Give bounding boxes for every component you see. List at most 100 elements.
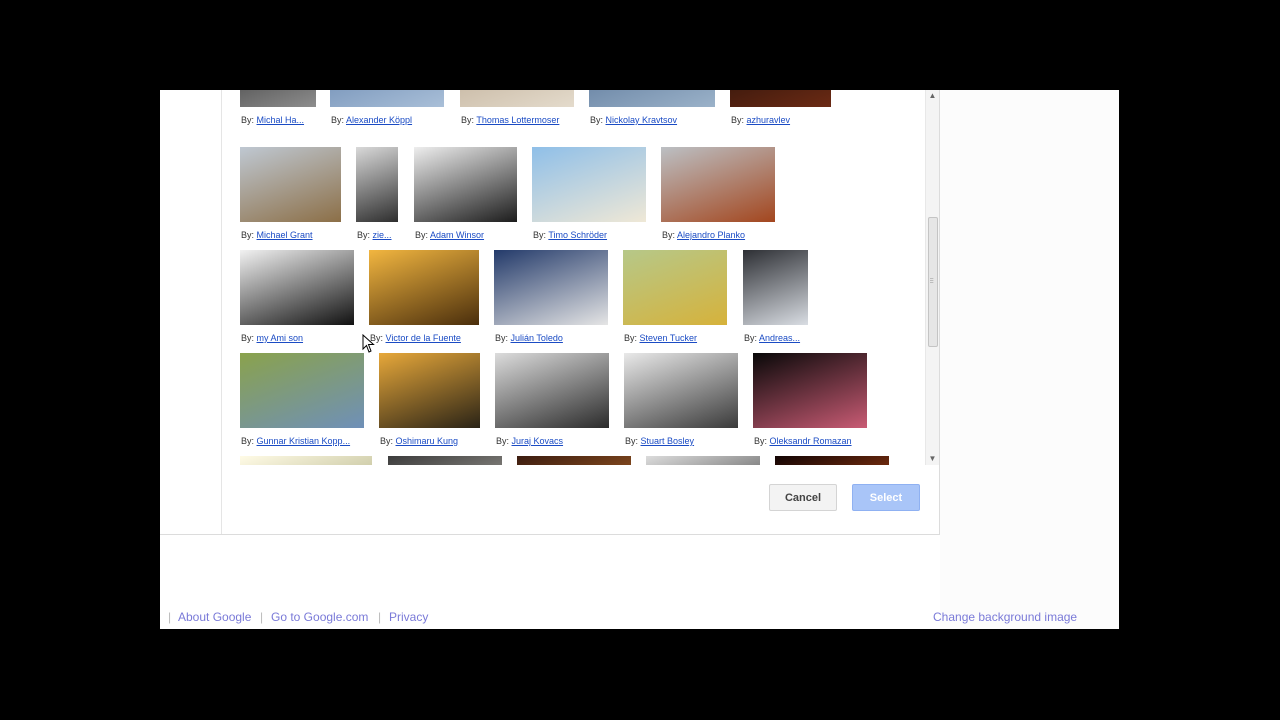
- photo-author-link[interactable]: Oleksandr Romazan: [770, 436, 852, 446]
- photo-picker-dialog: By: Michal Ha... By: Alexander Köppl By: T…: [160, 90, 940, 535]
- photo-thumbnail[interactable]: [730, 90, 831, 107]
- photo-thumbnail[interactable]: [379, 353, 480, 428]
- photo-tile[interactable]: [388, 456, 502, 465]
- credit-prefix: By:: [744, 333, 760, 343]
- scroll-down-arrow-icon[interactable]: ▼: [928, 454, 937, 463]
- photo-author-link[interactable]: Juraj Kovacs: [512, 436, 564, 446]
- photo-credit: By: Steven Tucker: [624, 333, 728, 343]
- about-google-link[interactable]: About Google: [178, 610, 251, 624]
- vertical-scrollbar[interactable]: ▲ – – – ▼: [925, 90, 939, 465]
- photo-tile[interactable]: By: Stuart Bosley: [624, 353, 738, 453]
- photo-tile[interactable]: By: Steven Tucker: [623, 250, 727, 350]
- photo-author-link[interactable]: azhuravlev: [747, 115, 791, 125]
- credit-prefix: By:: [331, 115, 347, 125]
- photo-tile[interactable]: By: Juraj Kovacs: [495, 353, 609, 453]
- photo-author-link[interactable]: Victor de la Fuente: [386, 333, 461, 343]
- privacy-link[interactable]: Privacy: [389, 610, 428, 624]
- photo-tile[interactable]: [517, 456, 631, 465]
- credit-prefix: By:: [357, 230, 373, 240]
- photo-tile[interactable]: By: Thomas Lottermoser: [460, 90, 590, 132]
- photo-tile[interactable]: By: Michal Ha...: [240, 90, 330, 132]
- photo-thumbnail[interactable]: [753, 353, 867, 428]
- cancel-button[interactable]: Cancel: [769, 484, 837, 511]
- photo-author-link[interactable]: Andreas...: [759, 333, 800, 343]
- photo-credit: By: Victor de la Fuente: [370, 333, 500, 343]
- photo-author-link[interactable]: Julián Toledo: [511, 333, 563, 343]
- photo-thumbnail[interactable]: [623, 250, 727, 325]
- photo-thumbnail[interactable]: [589, 90, 715, 107]
- photo-credit: By: Julián Toledo: [495, 333, 625, 343]
- photo-thumbnail[interactable]: [240, 353, 364, 428]
- photo-tile[interactable]: By: Alejandro Planko: [661, 147, 775, 247]
- photo-thumbnail[interactable]: [517, 456, 631, 465]
- photo-tile[interactable]: By: my Ami son: [240, 250, 354, 350]
- photo-thumbnail[interactable]: [414, 147, 517, 222]
- photo-author-link[interactable]: Alexander Köppl: [346, 115, 412, 125]
- photo-author-link[interactable]: Gunnar Kristian Kopp...: [257, 436, 351, 446]
- photo-thumbnail[interactable]: [240, 456, 372, 465]
- footer-separator: |: [378, 610, 382, 624]
- go-to-google-link[interactable]: Go to Google.com: [271, 610, 368, 624]
- photo-grid-viewport[interactable]: By: Michal Ha... By: Alexander Köppl By: T…: [222, 90, 925, 465]
- photo-thumbnail[interactable]: [661, 147, 775, 222]
- credit-prefix: By:: [241, 115, 257, 125]
- photo-credit: By: Stuart Bosley: [625, 436, 739, 446]
- photo-thumbnail[interactable]: [460, 90, 574, 107]
- photo-tile[interactable]: [240, 456, 372, 465]
- photo-thumbnail[interactable]: [495, 353, 609, 428]
- photo-author-link[interactable]: Nickolay Kravtsov: [606, 115, 678, 125]
- photo-author-link[interactable]: zie...: [373, 230, 392, 240]
- photo-thumbnail[interactable]: [532, 147, 646, 222]
- photo-tile[interactable]: By: Gunnar Kristian Kopp...: [240, 353, 385, 453]
- select-button[interactable]: Select: [852, 484, 920, 511]
- scrollbar-thumb[interactable]: – – –: [928, 217, 938, 347]
- photo-thumbnail[interactable]: [356, 147, 398, 222]
- photo-thumbnail[interactable]: [369, 250, 479, 325]
- photo-credit: By: zie...: [357, 230, 417, 240]
- photo-tile[interactable]: By: Oshimaru Kung: [379, 353, 489, 453]
- photo-tile[interactable]: By: Nickolay Kravtsov: [589, 90, 715, 132]
- photo-author-link[interactable]: Steven Tucker: [640, 333, 698, 343]
- credit-prefix: By:: [496, 436, 512, 446]
- photo-tile[interactable]: [646, 456, 760, 465]
- photo-tile[interactable]: By: Julián Toledo: [494, 250, 624, 350]
- photo-tile[interactable]: By: Michael Grant: [240, 147, 350, 247]
- photo-author-link[interactable]: Alejandro Planko: [677, 230, 745, 240]
- photo-thumbnail[interactable]: [240, 147, 341, 222]
- change-background-link[interactable]: Change background image: [933, 610, 1077, 624]
- photo-thumbnail[interactable]: [775, 456, 889, 465]
- photo-credit: By: Alejandro Planko: [662, 230, 772, 240]
- photo-credit: By: Nickolay Kravtsov: [590, 115, 705, 125]
- photo-thumbnail[interactable]: [330, 90, 444, 107]
- credit-prefix: By:: [624, 333, 640, 343]
- photo-thumbnail[interactable]: [743, 250, 808, 325]
- photo-tile[interactable]: By: Andreas...: [743, 250, 833, 350]
- photo-thumbnail[interactable]: [240, 250, 354, 325]
- photo-credit: By: Alexander Köppl: [331, 115, 446, 125]
- photo-author-link[interactable]: my Ami son: [257, 333, 304, 343]
- photo-credit: By: Michal Ha...: [241, 115, 331, 125]
- photo-credit: By: Oshimaru Kung: [380, 436, 490, 446]
- photo-author-link[interactable]: Stuart Bosley: [641, 436, 695, 446]
- photo-author-link[interactable]: Michal Ha...: [257, 115, 305, 125]
- photo-tile[interactable]: [775, 456, 889, 465]
- photo-tile[interactable]: By: Victor de la Fuente: [369, 250, 499, 350]
- photo-thumbnail[interactable]: [646, 456, 760, 465]
- photo-thumbnail[interactable]: [388, 456, 502, 465]
- photo-thumbnail[interactable]: [624, 353, 738, 428]
- photo-author-link[interactable]: Timo Schröder: [548, 230, 607, 240]
- photo-author-link[interactable]: Thomas Lottermoser: [476, 115, 559, 125]
- photo-tile[interactable]: By: azhuravlev: [730, 90, 831, 132]
- photo-thumbnail[interactable]: [494, 250, 608, 325]
- photo-tile[interactable]: By: Oleksandr Romazan: [753, 353, 898, 453]
- footer-separator: |: [168, 610, 172, 624]
- photo-thumbnail[interactable]: [240, 90, 316, 107]
- photo-tile[interactable]: By: zie...: [356, 147, 416, 247]
- photo-tile[interactable]: By: Adam Winsor: [414, 147, 524, 247]
- photo-tile[interactable]: By: Alexander Köppl: [330, 90, 445, 132]
- photo-tile[interactable]: By: Timo Schröder: [532, 147, 646, 247]
- photo-author-link[interactable]: Oshimaru Kung: [396, 436, 459, 446]
- photo-author-link[interactable]: Adam Winsor: [430, 230, 484, 240]
- scroll-up-arrow-icon[interactable]: ▲: [928, 91, 937, 100]
- photo-author-link[interactable]: Michael Grant: [257, 230, 313, 240]
